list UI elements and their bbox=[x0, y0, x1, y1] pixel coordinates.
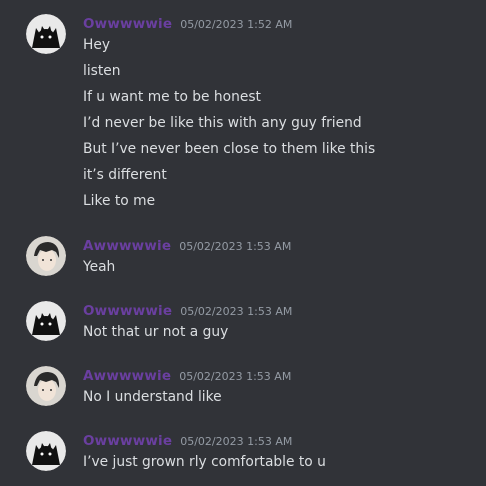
message-text: I’d never be like this with any guy frie… bbox=[83, 115, 362, 131]
message-text: No I understand like bbox=[83, 389, 222, 405]
message-text: But I’ve never been close to them like t… bbox=[83, 141, 376, 157]
anime-boy-avatar[interactable] bbox=[26, 236, 66, 276]
message-header: Owwwwwie 05/02/2023 1:53 AM bbox=[83, 433, 292, 451]
timestamp: 05/02/2023 1:52 AM bbox=[180, 18, 293, 31]
timestamp: 05/02/2023 1:53 AM bbox=[180, 305, 293, 318]
message-text: it’s different bbox=[83, 167, 167, 183]
message-text: Like to me bbox=[83, 193, 156, 209]
username[interactable]: Owwwwwie bbox=[83, 433, 172, 449]
message-text: I’ve just grown rly comfortable to u bbox=[83, 454, 326, 470]
message-text: listen bbox=[83, 63, 121, 79]
username[interactable]: Awwwwwie bbox=[83, 238, 171, 254]
cat-silhouette-avatar[interactable] bbox=[26, 431, 66, 471]
message-header: Awwwwwie 05/02/2023 1:53 AM bbox=[83, 238, 291, 256]
timestamp: 05/02/2023 1:53 AM bbox=[179, 240, 292, 253]
username[interactable]: Owwwwwie bbox=[83, 303, 172, 319]
message-text: Hey bbox=[83, 37, 111, 53]
message-header: Awwwwwie 05/02/2023 1:53 AM bbox=[83, 368, 291, 386]
anime-boy-avatar[interactable] bbox=[26, 366, 66, 406]
cat-silhouette-avatar[interactable] bbox=[26, 301, 66, 341]
message-text: If u want me to be honest bbox=[83, 89, 261, 105]
cat-silhouette-avatar[interactable] bbox=[26, 14, 66, 54]
timestamp: 05/02/2023 1:53 AM bbox=[179, 370, 292, 383]
message-header: Owwwwwie 05/02/2023 1:52 AM bbox=[83, 16, 292, 34]
message-text: Yeah bbox=[83, 259, 116, 275]
timestamp: 05/02/2023 1:53 AM bbox=[180, 435, 293, 448]
username[interactable]: Owwwwwie bbox=[83, 16, 172, 32]
message-header: Owwwwwie 05/02/2023 1:53 AM bbox=[83, 303, 292, 321]
chat-message-list: Owwwwwie 05/02/2023 1:52 AM Hey listen I… bbox=[0, 0, 486, 486]
username[interactable]: Awwwwwie bbox=[83, 368, 171, 384]
message-text: Not that ur not a guy bbox=[83, 324, 229, 340]
